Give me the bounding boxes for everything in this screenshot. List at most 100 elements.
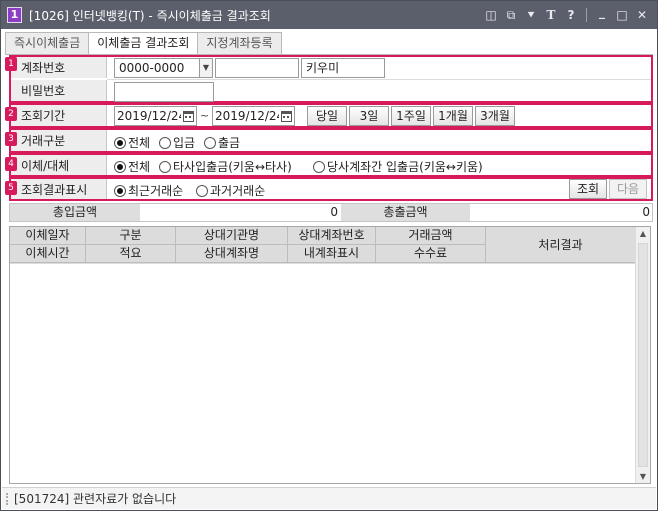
col-result[interactable]: 처리결과 xyxy=(486,227,635,263)
radio-label: 입금 xyxy=(173,136,196,150)
close-icon[interactable]: ✕ xyxy=(633,6,651,24)
scrollbar-track[interactable] xyxy=(638,243,648,467)
chevron-down-icon[interactable]: ▼ xyxy=(199,58,213,78)
total-withdrawal-label: 총출금액 xyxy=(341,204,470,221)
period-section: 조회기간 2 2019/12/24 ~ 2019/12/24 당일 3일 1주일… xyxy=(5,103,653,128)
period-1month-button[interactable]: 1개월 xyxy=(433,106,473,126)
maximize-icon[interactable]: □ xyxy=(613,6,631,24)
total-deposit-label: 총입금액 xyxy=(10,204,140,221)
radio-icon[interactable] xyxy=(159,160,171,173)
col-transfer-time[interactable]: 이체시간 xyxy=(10,245,86,263)
tab-registered-accounts[interactable]: 지정계좌등록 xyxy=(197,32,282,54)
radio-icon[interactable] xyxy=(196,184,208,197)
trade-type-all-radio[interactable]: 전체 xyxy=(114,134,150,151)
tab-instant-transfer[interactable]: 즉시이체출금 xyxy=(5,32,90,54)
display-order-section: 조회결과표시 5 최근거래순 과거거래순 조회 다음 xyxy=(5,177,653,201)
account-number-select[interactable]: 0000-0000 xyxy=(114,58,202,78)
total-withdrawal-value: 0 xyxy=(642,205,650,219)
trade-type-section: 거래구분 3 전체 입금 출금 xyxy=(5,128,653,153)
period-3months-button[interactable]: 3개월 xyxy=(475,106,515,126)
radio-icon[interactable] xyxy=(313,160,325,173)
period-3days-button[interactable]: 3일 xyxy=(349,106,389,126)
pin-icon[interactable]: ⯆ xyxy=(522,6,540,24)
total-deposit-value: 0 xyxy=(330,205,338,219)
col-counterparty-bank[interactable]: 상대기관명 xyxy=(176,227,288,245)
col-memo[interactable]: 적요 xyxy=(86,245,176,263)
status-bar: [501724] 관련자료가 없습니다 xyxy=(2,487,656,509)
radio-selected-icon[interactable] xyxy=(114,184,126,197)
scroll-up-icon[interactable]: ▲ xyxy=(638,229,648,238)
scroll-down-icon[interactable]: ▼ xyxy=(638,472,648,481)
col-counterparty-name[interactable]: 상대계좌명 xyxy=(176,245,288,263)
radio-icon[interactable] xyxy=(204,136,216,149)
window-title: [1026] 인터넷뱅킹(T) - 즉시이체출금 결과조회 xyxy=(29,9,271,23)
radio-selected-icon[interactable] xyxy=(114,136,126,149)
account-detail-field[interactable] xyxy=(215,58,299,78)
search-button[interactable]: 조회 xyxy=(569,179,607,199)
col-fee[interactable]: 수수료 xyxy=(376,245,486,263)
account-section: 계좌번호 비밀번호 1 0000-0000 ▼ 키우미 xyxy=(5,55,653,103)
display-order-label: 조회결과표시 xyxy=(11,179,107,199)
title-bar-controls: ◫ ⧉ ⯆ T ? _ □ ✕ xyxy=(482,6,651,24)
grid-header: 이체일자 구분 상대기관명 상대계좌번호 거래금액 이체시간 적요 상대계좌명 … xyxy=(10,227,635,264)
radio-label: 과거거래순 xyxy=(210,184,266,198)
order-past-radio[interactable]: 과거거래순 xyxy=(196,182,265,199)
restore-layout-icon[interactable]: ◫ xyxy=(482,6,500,24)
transfer-type-section: 이체/대체 4 전체 타사입출금(키움↔타사) 당사계좌간 입출금(키움↔키움) xyxy=(5,153,653,177)
title-bar[interactable]: 1 [1026] 인터넷뱅킹(T) - 즉시이체출금 결과조회 ◫ ⧉ ⯆ T … xyxy=(1,1,657,29)
date-range-separator: ~ xyxy=(200,109,210,122)
radio-selected-icon[interactable] xyxy=(114,160,126,173)
section-badge-1: 1 xyxy=(5,57,17,71)
section-badge-5: 5 xyxy=(5,181,17,195)
section-badge-2: 2 xyxy=(5,107,17,121)
next-button[interactable]: 다음 xyxy=(609,179,647,199)
order-recent-radio[interactable]: 최근거래순 xyxy=(114,182,183,199)
vertical-scrollbar[interactable]: ▲ ▼ xyxy=(635,227,650,483)
password-label: 비밀번호 xyxy=(11,80,107,101)
grip-icon xyxy=(6,493,10,505)
start-date-input[interactable]: 2019/12/24 xyxy=(114,106,182,126)
radio-label: 당사계좌간 입출금(키움↔키움) xyxy=(327,160,483,174)
radio-icon[interactable] xyxy=(159,136,171,149)
tab-strip: 즉시이체출금 이체출금 결과조회 지정계좌등록 xyxy=(5,32,282,55)
radio-label: 최근거래순 xyxy=(128,184,184,198)
trade-type-label: 거래구분 xyxy=(11,130,107,151)
radio-label: 출금 xyxy=(218,136,241,150)
row-divider xyxy=(107,79,651,80)
app-window: 1 [1026] 인터넷뱅킹(T) - 즉시이체출금 결과조회 ◫ ⧉ ⯆ T … xyxy=(0,0,658,511)
calendar-icon[interactable] xyxy=(279,106,295,126)
col-counterparty-account[interactable]: 상대계좌번호 xyxy=(288,227,376,245)
section-badge-3: 3 xyxy=(5,132,17,146)
tab-transfer-result[interactable]: 이체출금 결과조회 xyxy=(88,32,199,55)
account-owner-field: 키우미 xyxy=(301,58,385,78)
transfer-type-internal-radio[interactable]: 당사계좌간 입출금(키움↔키움) xyxy=(313,158,483,175)
app-icon: 1 xyxy=(7,7,22,23)
copy-window-icon[interactable]: ⧉ xyxy=(502,6,520,24)
col-transfer-date[interactable]: 이체일자 xyxy=(10,227,86,245)
period-label: 조회기간 xyxy=(11,105,107,126)
col-my-account-display[interactable]: 내계좌표시 xyxy=(288,245,376,263)
trade-type-deposit-radio[interactable]: 입금 xyxy=(159,134,195,151)
help-icon[interactable]: ? xyxy=(562,6,580,24)
col-amount[interactable]: 거래금액 xyxy=(376,227,486,245)
transfer-type-all-radio[interactable]: 전체 xyxy=(114,158,150,175)
radio-label: 전체 xyxy=(128,160,151,174)
trade-type-withdrawal-radio[interactable]: 출금 xyxy=(204,134,240,151)
transfer-type-label: 이체/대체 xyxy=(11,155,107,175)
status-message: [501724] 관련자료가 없습니다 xyxy=(14,492,177,506)
period-today-button[interactable]: 당일 xyxy=(307,106,347,126)
transfer-type-external-radio[interactable]: 타사입출금(키움↔타사) xyxy=(159,158,292,175)
font-size-icon[interactable]: T xyxy=(542,6,560,24)
radio-label: 전체 xyxy=(128,136,151,150)
summary-bar: 총입금액 0 총출금액 0 xyxy=(9,203,653,222)
password-input[interactable] xyxy=(114,82,214,102)
col-category[interactable]: 구분 xyxy=(86,227,176,245)
calendar-icon[interactable] xyxy=(181,106,197,126)
section-badge-4: 4 xyxy=(5,157,17,171)
period-1week-button[interactable]: 1주일 xyxy=(391,106,431,126)
transfer-result-grid[interactable]: 이체일자 구분 상대기관명 상대계좌번호 거래금액 이체시간 적요 상대계좌명 … xyxy=(9,226,651,484)
radio-label: 타사입출금(키움↔타사) xyxy=(173,160,292,174)
title-bar-divider xyxy=(586,8,587,22)
minimize-icon[interactable]: _ xyxy=(593,6,611,24)
end-date-input[interactable]: 2019/12/24 xyxy=(212,106,280,126)
